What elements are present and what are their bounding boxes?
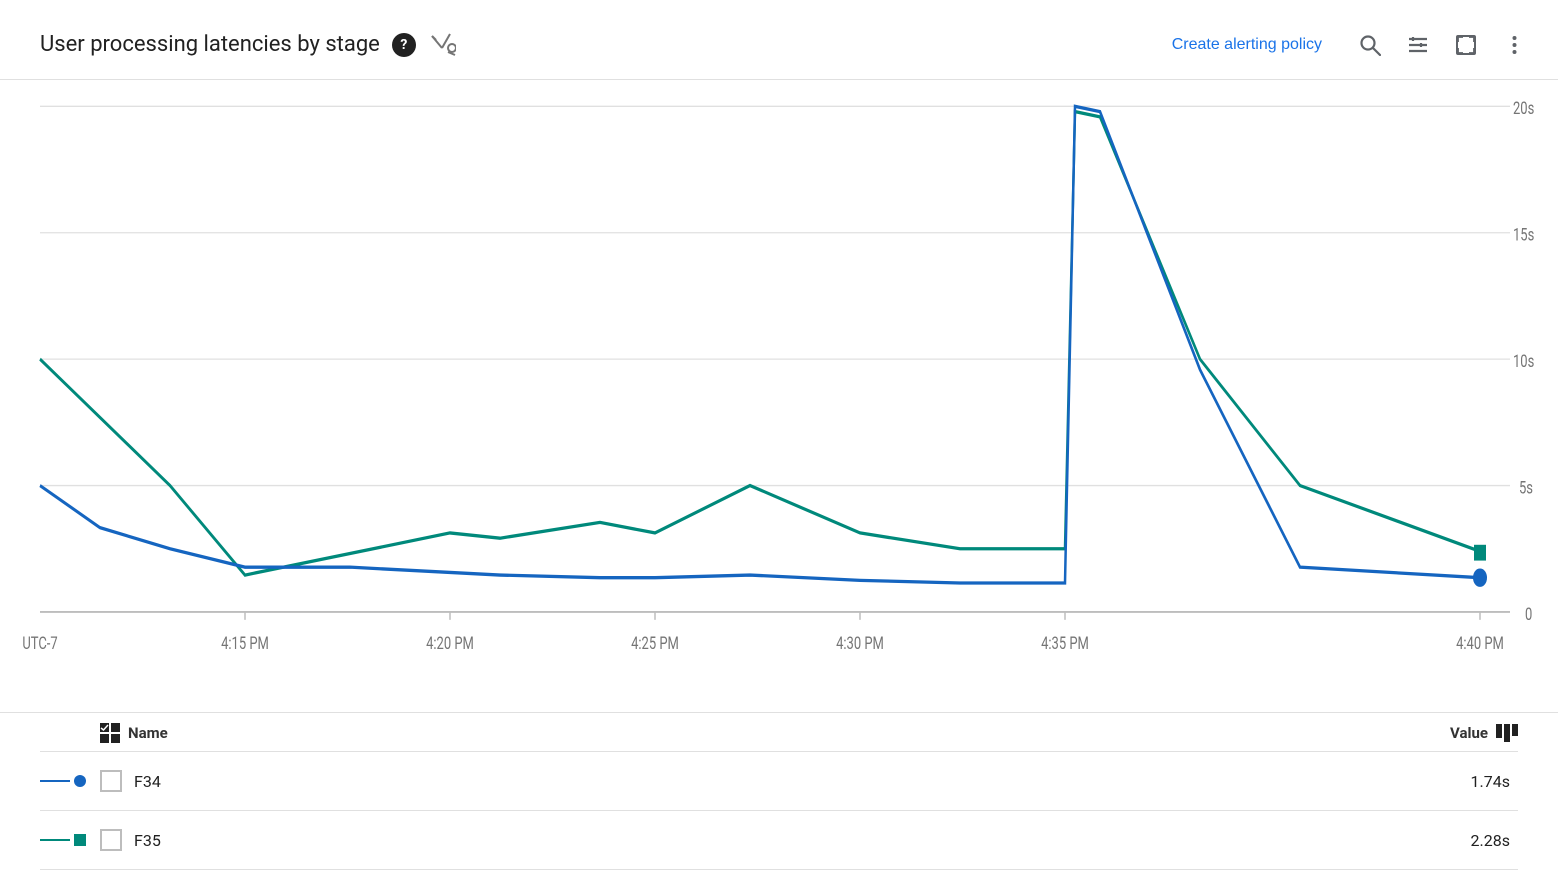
chart-title: User processing latencies by stage	[40, 32, 380, 57]
svg-text:4:40 PM: 4:40 PM	[1456, 633, 1504, 653]
svg-text:4:25 PM: 4:25 PM	[631, 633, 679, 653]
help-icon[interactable]: ?	[392, 33, 416, 57]
crosshair-icon[interactable]	[428, 28, 456, 62]
svg-text:15s: 15s	[1513, 225, 1534, 245]
legend-header: Name Value	[40, 713, 1518, 752]
legend-row-f35: F35 2.28s	[40, 811, 1518, 870]
f34-line-indicator	[40, 775, 100, 787]
f35-line-indicator	[40, 834, 100, 846]
f35-name: F35	[134, 831, 1471, 850]
name-column-header: Name	[128, 724, 168, 742]
create-alerting-policy-button[interactable]: Create alerting policy	[1160, 28, 1334, 62]
f35-checkbox[interactable]	[100, 829, 122, 851]
legend-name-header: Name	[100, 723, 1450, 743]
legend-value-header: Value	[1450, 724, 1518, 742]
legend-area: Name Value F34 1.74s	[0, 712, 1558, 870]
f34-dot-circle	[74, 775, 86, 787]
svg-text:10s: 10s	[1513, 351, 1534, 371]
svg-text:5s: 5s	[1519, 478, 1533, 498]
f35-dot-square	[74, 834, 86, 846]
f34-line-dash	[40, 780, 70, 782]
svg-text:4:35 PM: 4:35 PM	[1041, 633, 1089, 653]
expand-icon[interactable]	[1446, 25, 1486, 65]
f34-name: F34	[134, 772, 1471, 791]
f34-value: 1.74s	[1471, 772, 1510, 791]
svg-text:4:15 PM: 4:15 PM	[221, 633, 269, 653]
column-display-toggle[interactable]	[1496, 724, 1518, 742]
search-icon[interactable]	[1350, 25, 1390, 65]
legend-toggle-all-icon[interactable]	[100, 723, 120, 743]
chart-svg-wrapper: 0 5s 10s 15s 20s UTC-7 4:15 PM 4:	[0, 80, 1558, 712]
svg-text:0: 0	[1525, 604, 1532, 624]
time-series-chart: 0 5s 10s 15s 20s UTC-7 4:15 PM 4:	[0, 80, 1558, 712]
chart-container: User processing latencies by stage ? Cre…	[0, 0, 1558, 870]
f35-line-dash	[40, 839, 70, 841]
chart-header: User processing latencies by stage ? Cre…	[0, 0, 1558, 80]
f34-checkbox[interactable]	[100, 770, 122, 792]
more-options-icon[interactable]	[1494, 25, 1534, 65]
svg-text:4:30 PM: 4:30 PM	[836, 633, 884, 653]
legend-row-f34: F34 1.74s	[40, 752, 1518, 811]
svg-text:4:20 PM: 4:20 PM	[426, 633, 474, 653]
header-actions: Create alerting policy	[1160, 25, 1534, 65]
f35-value: 2.28s	[1471, 831, 1510, 850]
filter-icon[interactable]	[1398, 25, 1438, 65]
svg-text:UTC-7: UTC-7	[22, 633, 57, 653]
svg-text:20s: 20s	[1513, 98, 1534, 118]
